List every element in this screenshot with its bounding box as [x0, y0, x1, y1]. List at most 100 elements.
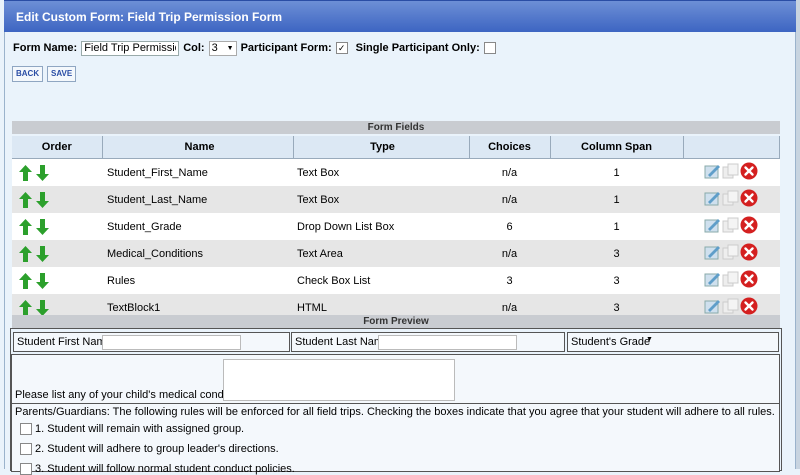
preview-grade-label: Student's Grade — [571, 336, 651, 348]
actions-cell — [683, 158, 780, 186]
table-row: Rules Check Box List 3 3 — [12, 267, 780, 294]
rule-2-checkbox[interactable] — [20, 443, 32, 455]
preview-grade-cell: Student's Grade ▼ — [567, 332, 779, 352]
delete-icon[interactable] — [740, 270, 758, 291]
form-fields-header: Form Fields — [12, 121, 780, 134]
back-button[interactable]: BACK — [12, 66, 44, 82]
copy-icon[interactable] — [722, 217, 740, 236]
edit-icon[interactable] — [704, 190, 722, 209]
table-row: Student_First_Name Text Box n/a 1 — [12, 158, 780, 186]
move-up-icon[interactable] — [19, 218, 32, 235]
field-name-cell: Student_First_Name — [102, 158, 293, 186]
field-type-cell: Check Box List — [293, 267, 469, 294]
move-down-icon[interactable] — [36, 164, 49, 181]
move-down-icon[interactable] — [36, 218, 49, 235]
save-button[interactable]: SAVE — [47, 66, 77, 82]
field-span-cell: 1 — [550, 186, 683, 213]
edit-icon[interactable] — [704, 244, 722, 263]
preview-medical-label: Please list any of your child's medical … — [15, 389, 247, 401]
move-up-icon[interactable] — [19, 272, 32, 289]
preview-rules-text: Parents/Guardians: The following rules w… — [15, 406, 775, 418]
form-name-label: Form Name: — [13, 42, 78, 54]
order-cell — [12, 240, 102, 267]
page-scrollbar[interactable] — [796, 0, 800, 469]
copy-icon[interactable] — [722, 271, 740, 290]
col-select[interactable]: 3 ▼ — [208, 40, 237, 56]
move-down-icon[interactable] — [36, 272, 49, 289]
table-row: Medical_Conditions Text Area n/a 3 — [12, 240, 780, 267]
col-header-choices: Choices — [469, 136, 551, 159]
preview-last-name-label: Student Last Name — [295, 336, 390, 348]
preview-rule-2: 2. Student will adhere to group leader's… — [20, 443, 279, 455]
order-cell — [12, 158, 102, 186]
col-header-name: Name — [102, 136, 294, 159]
preview-medical-textarea[interactable] — [223, 359, 455, 401]
title-bar: Edit Custom Form: Field Trip Permission … — [4, 0, 796, 32]
move-up-icon[interactable] — [19, 245, 32, 262]
preview-name-row: Student First Name Student Last Name Stu… — [11, 332, 781, 352]
form-settings-row: Form Name: Col: 3▼ Participant Form: ✓ S… — [13, 40, 496, 56]
col-header-column-span: Column Span — [550, 136, 684, 159]
field-choices-cell: 3 — [469, 267, 550, 294]
move-down-icon[interactable] — [36, 191, 49, 208]
move-down-icon[interactable] — [36, 299, 49, 316]
copy-icon[interactable] — [722, 163, 740, 182]
edit-icon[interactable] — [704, 163, 722, 182]
move-up-icon[interactable] — [19, 164, 32, 181]
delete-icon[interactable] — [740, 243, 758, 264]
preview-first-name-label: Student First Name — [17, 336, 112, 348]
field-choices-cell: n/a — [469, 240, 550, 267]
move-up-icon[interactable] — [19, 191, 32, 208]
participant-form-label: Participant Form: — [240, 42, 332, 54]
rule-3-checkbox[interactable] — [20, 463, 32, 475]
rule-1-checkbox[interactable] — [20, 423, 32, 435]
preview-last-name-cell: Student Last Name — [291, 332, 565, 352]
field-span-cell: 3 — [550, 240, 683, 267]
single-participant-checkbox[interactable] — [483, 42, 496, 54]
col-select-value: 3 — [211, 41, 218, 54]
form-preview-header: Form Preview — [12, 315, 780, 328]
form-name-input[interactable] — [81, 40, 180, 56]
field-span-cell: 1 — [550, 213, 683, 240]
edit-icon[interactable] — [704, 217, 722, 236]
table-row: Student_Grade Drop Down List Box 6 1 — [12, 213, 780, 240]
preview-first-name-input[interactable] — [102, 335, 241, 350]
rule-3-label: 3. Student will follow normal student co… — [35, 463, 295, 475]
edit-icon[interactable] — [704, 271, 722, 290]
col-label: Col: — [183, 42, 205, 54]
preview-grade-select[interactable]: ▼ — [643, 335, 698, 348]
preview-medical-row: Please list any of your child's medical … — [11, 354, 780, 404]
delete-icon[interactable] — [740, 216, 758, 237]
move-up-icon[interactable] — [19, 299, 32, 316]
col-header-actions — [683, 136, 780, 159]
field-name-cell: Rules — [102, 267, 293, 294]
single-participant-label: Single Participant Only: — [355, 42, 480, 54]
participant-form-checkbox[interactable]: ✓ — [335, 42, 348, 54]
field-name-cell: Medical_Conditions — [102, 240, 293, 267]
order-cell — [12, 213, 102, 240]
field-type-cell: Text Box — [293, 158, 469, 186]
copy-icon[interactable] — [722, 244, 740, 263]
field-choices-cell: n/a — [469, 186, 550, 213]
field-choices-cell: 6 — [469, 213, 550, 240]
delete-icon[interactable] — [740, 162, 758, 183]
actions-cell — [683, 267, 780, 294]
col-header-type: Type — [293, 136, 470, 159]
field-name-cell: Student_Last_Name — [102, 186, 293, 213]
order-cell — [12, 267, 102, 294]
preview-last-name-input[interactable] — [378, 335, 517, 350]
field-type-cell: Drop Down List Box — [293, 213, 469, 240]
move-down-icon[interactable] — [36, 245, 49, 262]
copy-icon[interactable] — [722, 190, 740, 209]
preview-rule-3: 3. Student will follow normal student co… — [20, 463, 295, 475]
rule-1-label: 1. Student will remain with assigned gro… — [35, 423, 245, 435]
delete-icon[interactable] — [740, 189, 758, 210]
preview-rule-1: 1. Student will remain with assigned gro… — [20, 423, 244, 435]
field-type-cell: Text Box — [293, 186, 469, 213]
field-choices-cell: n/a — [469, 158, 550, 186]
form-fields-table: Order Name Type Choices Column Span Stud… — [12, 136, 780, 321]
actions-cell — [683, 213, 780, 240]
preview-first-name-cell: Student First Name — [13, 332, 290, 352]
order-cell — [12, 186, 102, 213]
form-preview: Student First Name Student Last Name Stu… — [10, 328, 782, 475]
